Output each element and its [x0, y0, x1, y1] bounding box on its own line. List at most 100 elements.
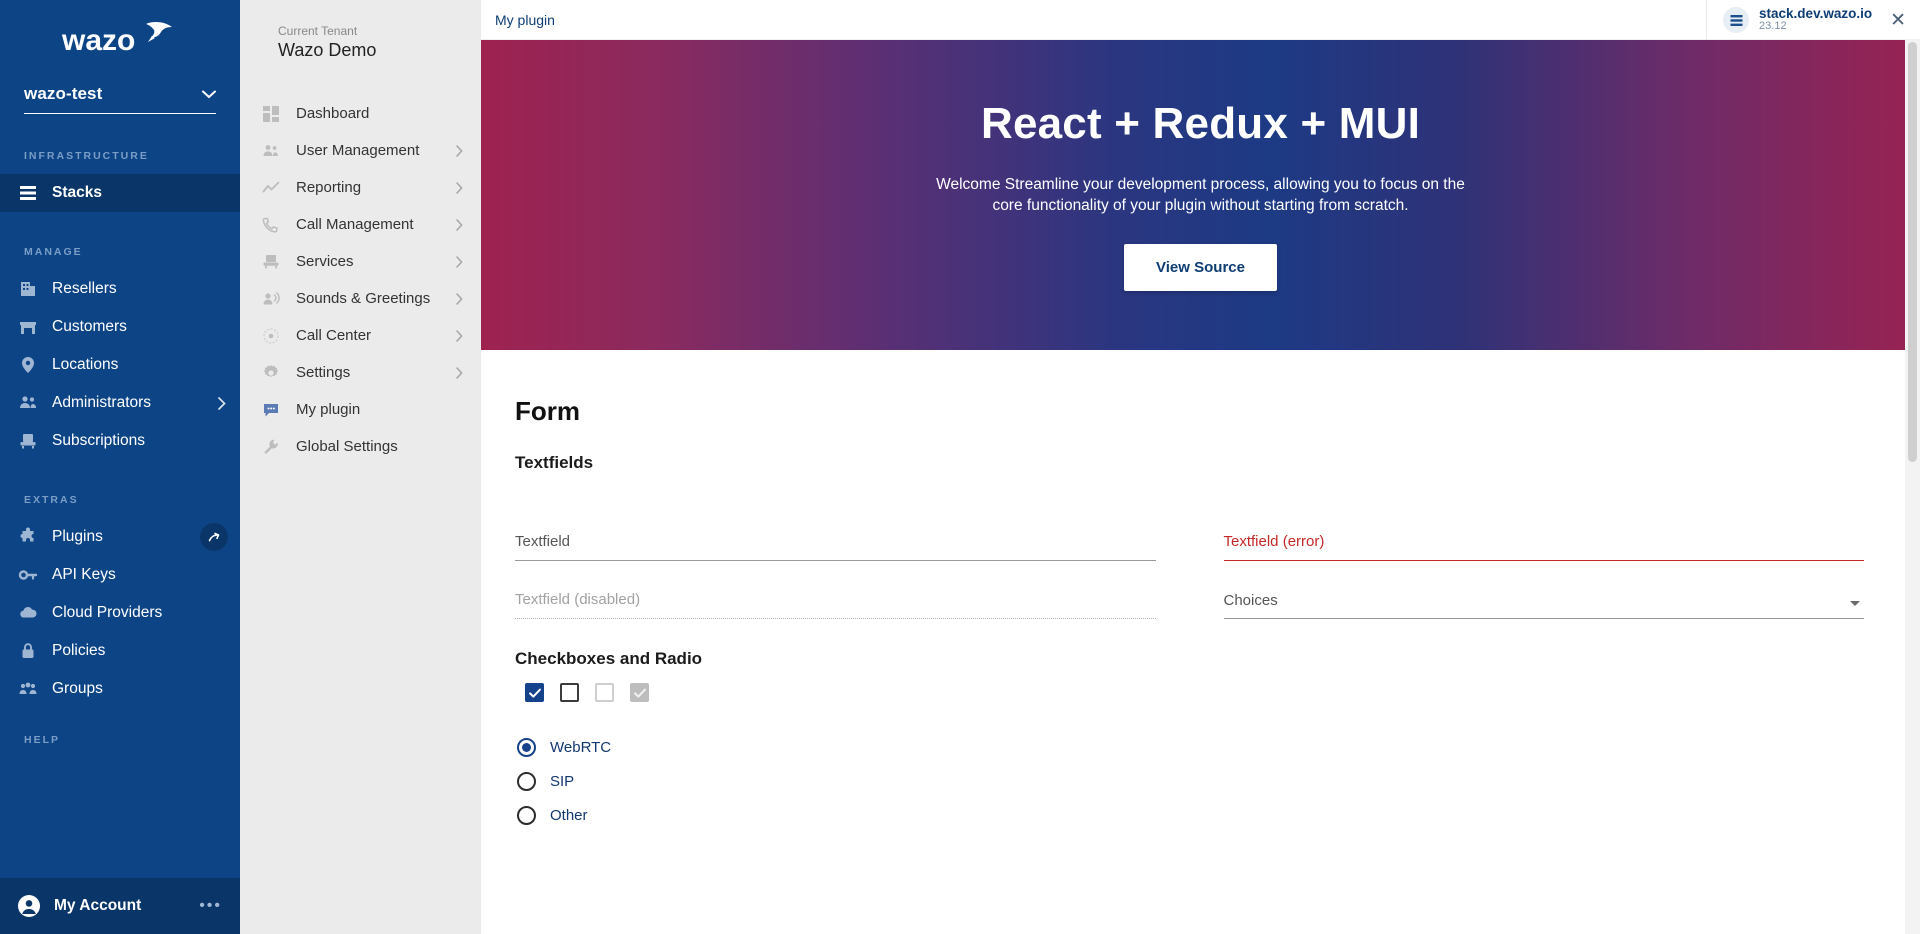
radio-icon-selected: [517, 737, 536, 757]
stack-chip[interactable]: stack.dev.wazo.io 23.12 ✕: [1706, 0, 1920, 40]
subscription-icon: [20, 434, 36, 449]
wrench-icon: [264, 439, 278, 454]
checkbox-checked-disabled: [630, 683, 649, 702]
breadcrumb: My plugin: [495, 11, 555, 28]
my-account-bar[interactable]: My Account •••: [0, 878, 240, 934]
lock-icon: [22, 643, 34, 658]
stack-icon: [1723, 7, 1750, 33]
radio-label: WebRTC: [550, 738, 612, 756]
textfield-error-placeholder: Textfield (error): [1223, 533, 1325, 550]
checkbox-radio-heading: Checkboxes and Radio: [515, 649, 703, 668]
check-icon: [633, 688, 646, 698]
sidebar-item-label: Settings: [296, 364, 351, 381]
sidebar-item-locations[interactable]: Locations: [0, 346, 240, 384]
checkbox-row: [525, 683, 1864, 702]
current-tenant-caption: Current Tenant: [278, 24, 358, 38]
checkbox-unchecked-disabled: [595, 683, 614, 702]
sidebar-item-label: Locations: [52, 356, 119, 373]
chevron-right-icon: [456, 366, 463, 379]
sidebar-item-label: My plugin: [296, 401, 361, 418]
sound-person-icon: [263, 291, 280, 304]
chevron-down-icon: [202, 90, 216, 98]
sidebar-item-label: Reporting: [296, 179, 362, 196]
sidebar-item-settings[interactable]: Settings: [240, 354, 481, 391]
nav-section-extras: EXTRAS: [24, 494, 79, 506]
plugin-external-badge[interactable]: [200, 523, 228, 551]
stack-icon: [20, 186, 36, 200]
sidebar-item-label: Sounds & Greetings: [296, 290, 431, 307]
sidebar-item-label: Policies: [52, 642, 106, 659]
textfield-error-input[interactable]: Textfield (error): [1223, 503, 1864, 561]
form-section: Form Textfields Textfield Textfield (err…: [481, 350, 1920, 832]
chevron-down-icon: [1850, 601, 1860, 606]
nav-section-infrastructure: INFRASTRUCTURE: [24, 150, 149, 162]
sidebar-item-label: Call Center: [296, 327, 372, 344]
sidebar-item-my-plugin[interactable]: My plugin: [240, 391, 481, 428]
sidebar-item-call-center[interactable]: Call Center: [240, 317, 481, 354]
close-icon[interactable]: ✕: [1890, 11, 1906, 30]
textfields-grid: Textfield Textfield (error) Textfield (d…: [515, 503, 1864, 619]
sidebar-item-plugins[interactable]: Plugins: [0, 518, 240, 556]
sidebar-item-subscriptions[interactable]: Subscriptions: [0, 422, 240, 460]
ellipsis-icon[interactable]: •••: [199, 898, 222, 914]
sidebar-item-user-management[interactable]: User Management: [240, 132, 481, 169]
sidebar-item-stacks[interactable]: Stacks: [0, 174, 240, 212]
sidebar-item-customers[interactable]: Customers: [0, 308, 240, 346]
building-icon: [21, 282, 35, 296]
chevron-right-icon: [456, 218, 463, 231]
people-icon: [263, 144, 278, 156]
sidebar-item-label: Call Management: [296, 216, 414, 233]
page-title: Form: [515, 396, 580, 426]
gear-icon: [263, 364, 279, 377]
stack-version: 23.12: [1759, 20, 1787, 33]
store-icon: [20, 322, 36, 334]
sidebar-item-label: Services: [296, 253, 354, 270]
scrollbar-thumb[interactable]: [1908, 42, 1917, 462]
sidebar-item-groups[interactable]: Groups: [0, 670, 240, 708]
textfield-input[interactable]: Textfield: [515, 503, 1156, 561]
sidebar-item-api-keys[interactable]: API Keys: [0, 556, 240, 594]
radio-icon: [517, 771, 536, 791]
tenant-switcher[interactable]: wazo-test: [24, 84, 216, 114]
sidebar-item-call-management[interactable]: Call Management: [240, 206, 481, 243]
sidebar-item-policies[interactable]: Policies: [0, 632, 240, 670]
sidebar-item-resellers[interactable]: Resellers: [0, 270, 240, 308]
app-root: wazo wazo-test INFRASTRUCTURE Stacks MAN…: [0, 0, 1920, 934]
radio-sip[interactable]: SIP: [517, 764, 1864, 798]
sidebar-item-sounds-greetings[interactable]: Sounds & Greetings: [240, 280, 481, 317]
wazo-logo-icon: wazo: [61, 22, 172, 57]
sidebar-item-label: Cloud Providers: [52, 604, 163, 621]
chevron-right-icon: [456, 292, 463, 305]
secondary-sidebar: Current Tenant Wazo Demo Dashboard User …: [240, 0, 481, 934]
radio-webrtc[interactable]: WebRTC: [517, 730, 1864, 764]
arrow-up-right-icon: [208, 532, 219, 541]
account-circle-icon: [18, 895, 40, 917]
radio-label: Other: [550, 806, 588, 824]
services-icon: [263, 254, 279, 268]
svg-text:wazo: wazo: [61, 24, 135, 57]
choices-select-value: Choices: [1223, 592, 1278, 609]
checkbox-checked[interactable]: [525, 683, 544, 702]
nav-section-help: HELP: [24, 734, 61, 746]
view-source-button[interactable]: View Source: [1124, 243, 1277, 291]
checkbox-unchecked[interactable]: [560, 683, 579, 702]
radio-other[interactable]: Other: [517, 798, 1864, 832]
sidebar-item-label: Stacks: [52, 184, 102, 201]
sidebar-item-global-settings[interactable]: Global Settings: [240, 428, 481, 465]
chevron-right-icon: [456, 181, 463, 194]
sidebar-item-administrators[interactable]: Administrators: [0, 384, 240, 422]
sidebar-item-reporting[interactable]: Reporting: [240, 169, 481, 206]
sidebar-item-label: Global Settings: [296, 438, 398, 455]
nav-section-manage: MANAGE: [24, 246, 83, 258]
check-icon: [528, 688, 541, 698]
sidebar-item-label: Administrators: [52, 394, 152, 411]
my-account-label: My Account: [54, 897, 142, 914]
choices-select[interactable]: Choices: [1223, 561, 1864, 619]
sidebar-item-dashboard[interactable]: Dashboard: [240, 95, 481, 132]
top-bar: My plugin stack.dev.wazo.io 23.12 ✕: [481, 0, 1920, 40]
puzzle-icon: [20, 527, 34, 542]
sidebar-item-services[interactable]: Services: [240, 243, 481, 280]
call-center-icon: [263, 327, 279, 344]
sidebar-item-label: User Management: [296, 142, 420, 159]
sidebar-item-cloud-providers[interactable]: Cloud Providers: [0, 594, 240, 632]
